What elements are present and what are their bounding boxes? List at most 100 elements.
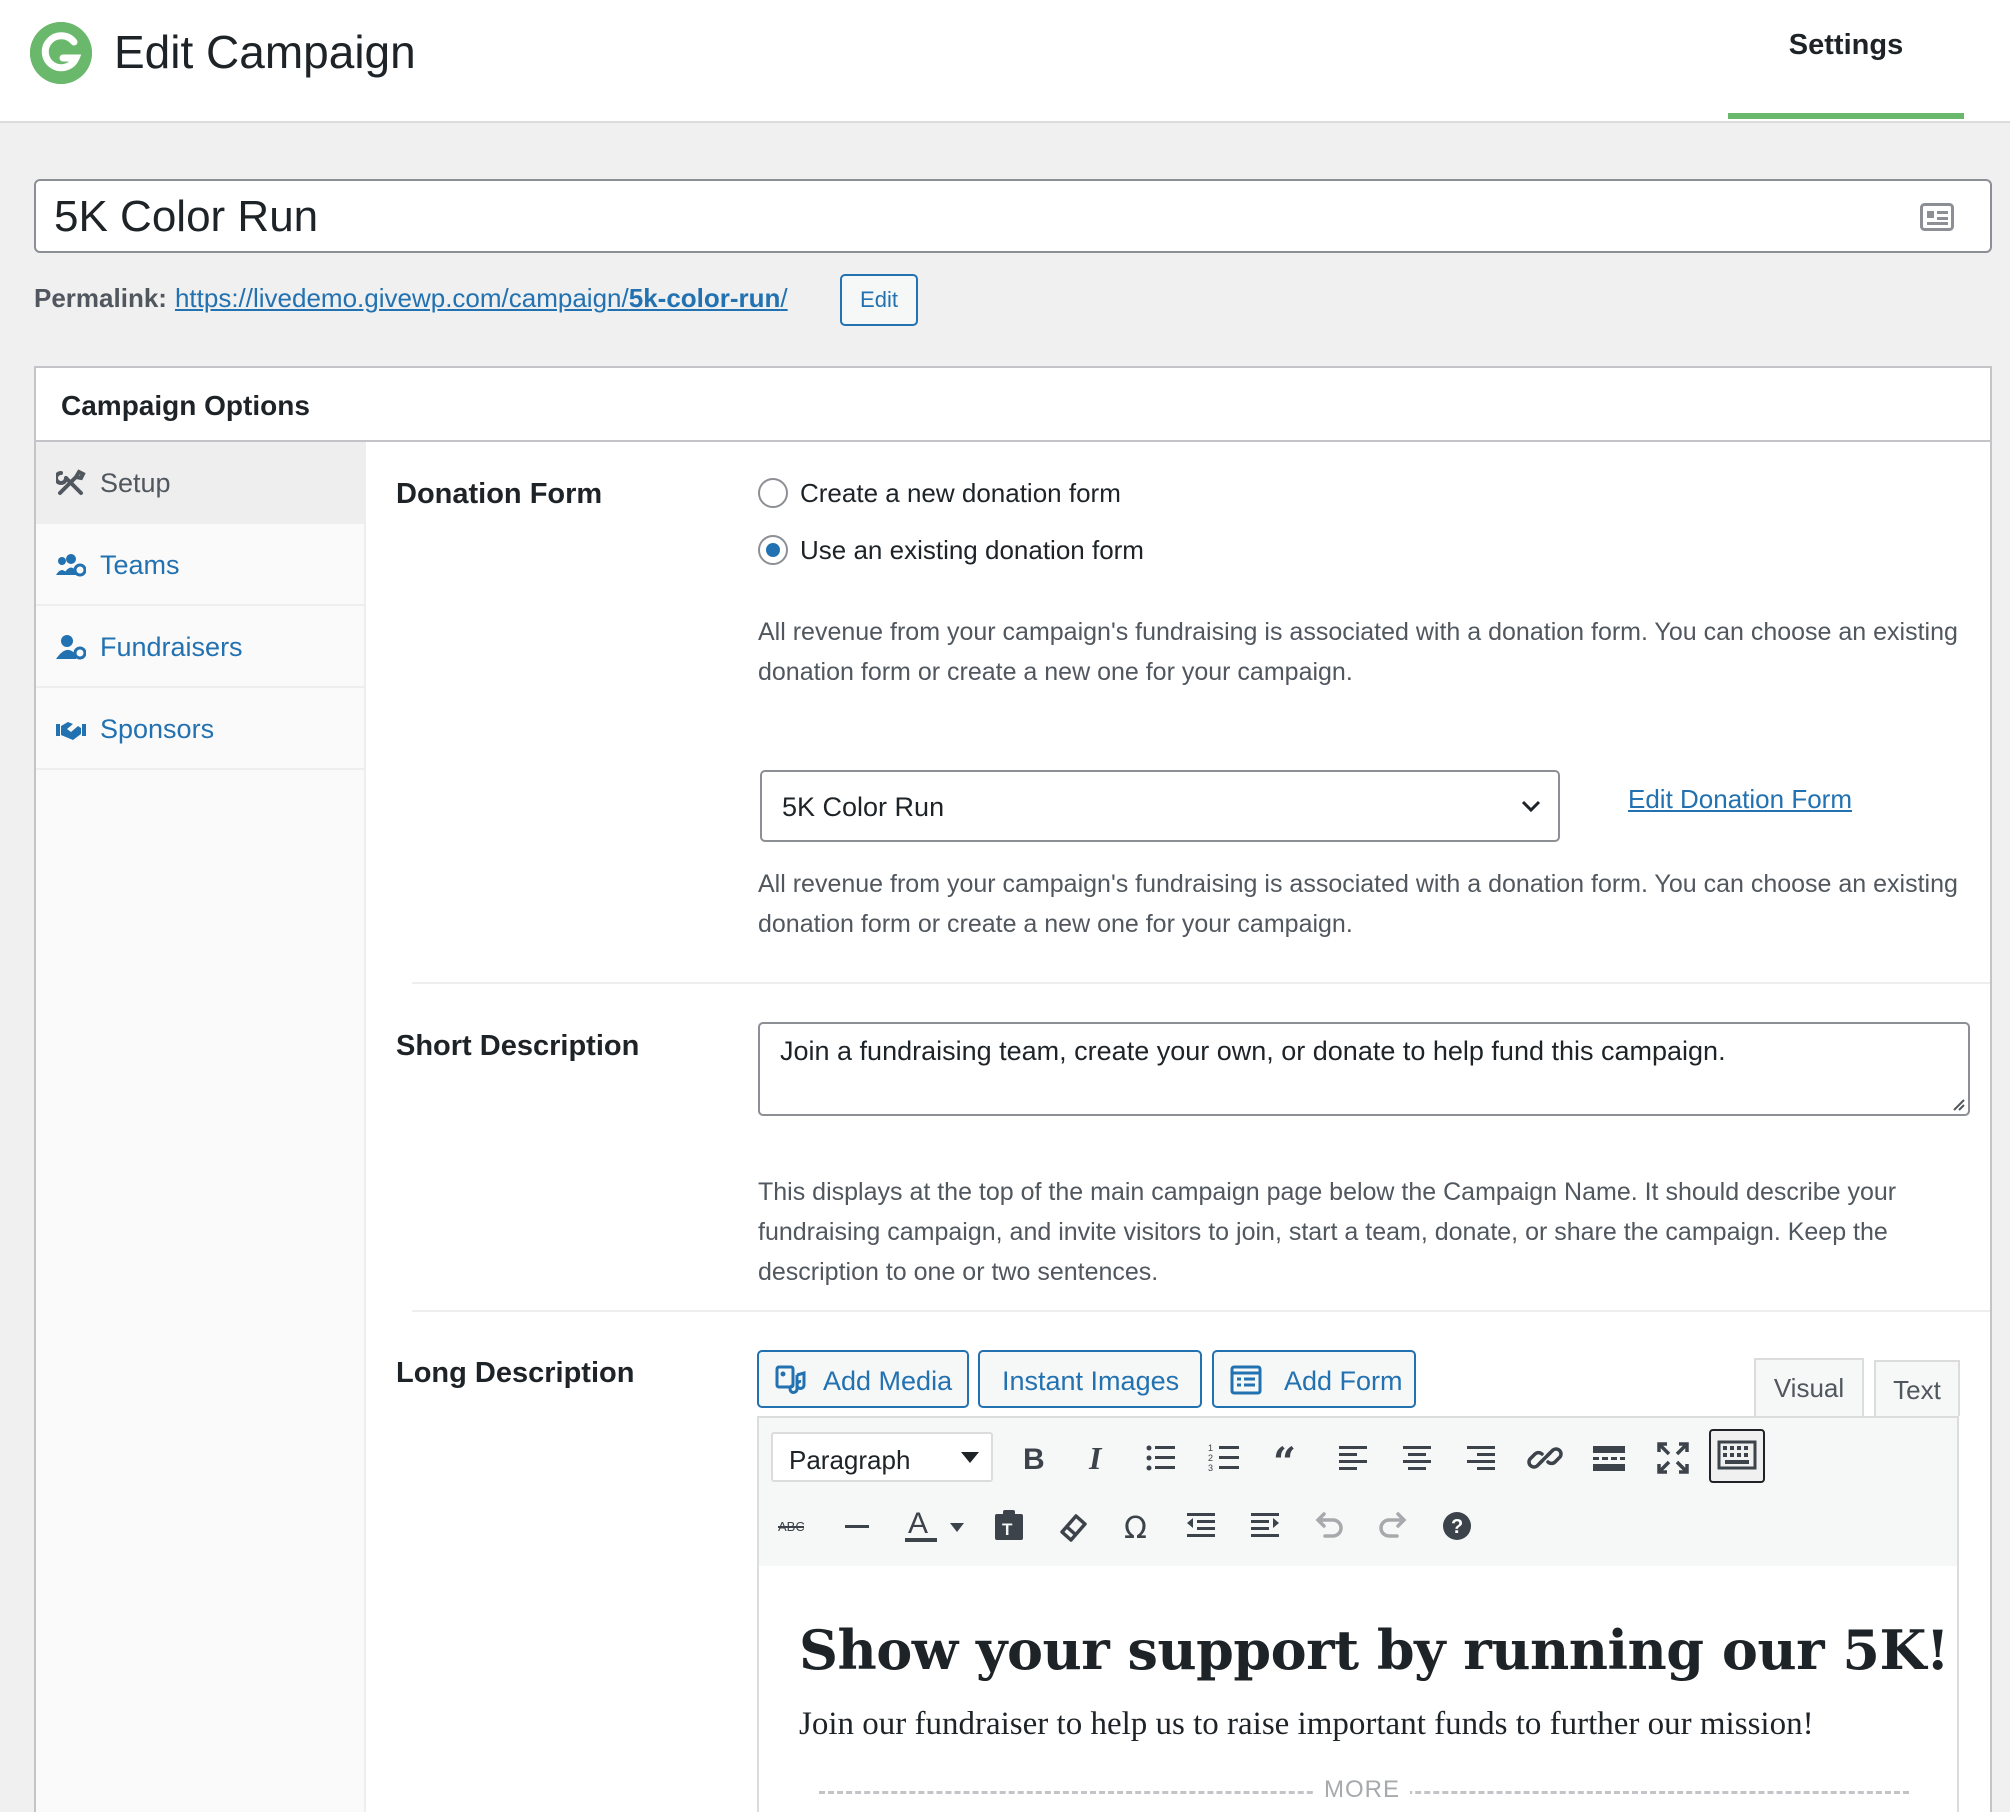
wrench-screwdriver-icon — [56, 469, 86, 495]
sidebar-item-setup[interactable]: Setup — [36, 442, 364, 524]
caret-down-icon — [961, 1452, 979, 1463]
instant-images-label: Instant Images — [1002, 1366, 1180, 1396]
svg-text:B: B — [1023, 1443, 1045, 1476]
donation-form-help-text: All revenue from your campaign's fundrai… — [758, 618, 1958, 686]
svg-text:T: T — [1002, 1520, 1013, 1539]
permalink-label: Permalink: — [34, 283, 167, 313]
paste-as-text-icon[interactable]: T — [985, 1502, 1033, 1550]
help-icon[interactable]: ? — [1433, 1502, 1481, 1550]
tab-settings-label: Settings — [1788, 29, 1904, 61]
page-title: Edit Campaign — [114, 26, 416, 78]
svg-text:1: 1 — [1208, 1443, 1213, 1453]
resize-grip-icon[interactable] — [1950, 1096, 1966, 1112]
toolbar-toggle-icon[interactable] — [1709, 1429, 1765, 1483]
radio-button-checked[interactable] — [758, 535, 788, 565]
link-icon[interactable] — [1521, 1434, 1569, 1482]
campaign-title-input[interactable]: 5K Color Run — [34, 179, 1992, 253]
special-character-icon[interactable]: Ω — [1113, 1502, 1161, 1550]
svg-text:3: 3 — [1208, 1463, 1213, 1473]
format-select[interactable]: Paragraph — [771, 1432, 993, 1482]
edit-donation-form-link[interactable]: Edit Donation Form — [1628, 784, 1852, 815]
sidebar-item-label: Teams — [100, 550, 180, 580]
options-sidebar: Setup Teams Fundraisers Sponsors — [36, 442, 366, 1812]
undo-icon[interactable] — [1305, 1502, 1353, 1550]
fullscreen-icon[interactable] — [1649, 1434, 1697, 1482]
panel-header: Campaign Options — [36, 368, 1990, 442]
italic-icon[interactable]: I — [1073, 1434, 1121, 1482]
bulleted-list-icon[interactable] — [1137, 1434, 1185, 1482]
read-more-icon[interactable] — [1585, 1434, 1633, 1482]
sidebar-item-sponsors[interactable]: Sponsors — [36, 688, 364, 770]
section-divider — [412, 982, 1990, 984]
svg-text:I: I — [1088, 1440, 1103, 1476]
more-separator-label: MORE — [1314, 1776, 1410, 1804]
long-description-label: Long Description — [396, 1357, 635, 1389]
sidebar-item-fundraisers[interactable]: Fundraisers — [36, 606, 364, 688]
add-media-label: Add Media — [823, 1366, 953, 1396]
donation-form-help-text-2: All revenue from your campaign's fundrai… — [758, 870, 1958, 938]
donation-form-select-value: 5K Color Run — [782, 792, 945, 822]
bold-icon[interactable]: B — [1009, 1434, 1057, 1482]
permalink-link[interactable]: https://livedemo.givewp.com/campaign/5k-… — [175, 283, 788, 313]
tab-visual[interactable]: Visual — [1754, 1358, 1864, 1418]
svg-text:“: “ — [1273, 1439, 1296, 1482]
radio-label: Use an existing donation form — [800, 535, 1144, 565]
numbered-list-icon[interactable]: 123 — [1201, 1434, 1249, 1482]
short-description-textarea[interactable]: Join a fundraising team, create your own… — [758, 1022, 1970, 1116]
text-color-dropdown-icon[interactable] — [943, 1502, 971, 1550]
sidebar-item-label: Setup — [100, 468, 171, 498]
panel-title: Campaign Options — [61, 390, 310, 421]
visual-editor-area[interactable]: Show your support by running our 5K! Joi… — [757, 1566, 1959, 1812]
add-media-button[interactable]: Add Media — [757, 1350, 969, 1408]
align-left-icon[interactable] — [1329, 1434, 1377, 1482]
svg-text:A: A — [908, 1507, 928, 1540]
text-color-icon[interactable]: A — [897, 1502, 945, 1550]
active-tab-indicator — [1728, 113, 1964, 119]
short-description-value: Join a fundraising team, create your own… — [780, 1036, 1726, 1066]
svg-text:?: ? — [1451, 1516, 1463, 1538]
top-bar: Edit Campaign Settings — [0, 0, 2010, 123]
add-form-button[interactable]: Add Form — [1212, 1350, 1416, 1408]
instant-images-button[interactable]: Instant Images — [978, 1350, 1202, 1408]
short-description-help-text: This displays at the top of the main cam… — [758, 1178, 1897, 1286]
clear-formatting-icon[interactable] — [1049, 1502, 1097, 1550]
strikethrough-icon[interactable]: ABC — [769, 1502, 817, 1550]
permalink-base: https://livedemo.givewp.com/campaign/ — [174, 283, 629, 313]
tab-text[interactable]: Text — [1874, 1360, 1960, 1416]
user-gear-icon — [56, 635, 86, 660]
format-select-value: Paragraph — [789, 1445, 911, 1475]
givewp-logo-icon — [30, 22, 92, 84]
handshake-icon — [56, 722, 86, 740]
sidebar-item-label: Fundraisers — [100, 632, 243, 662]
id-card-icon[interactable] — [1920, 203, 1954, 231]
permalink-row: Permalink: https://livedemo.givewp.com/ca… — [34, 283, 788, 314]
sidebar-item-label: Sponsors — [100, 714, 215, 744]
editor-heading: Show your support by running our 5K! — [799, 1618, 1950, 1682]
sidebar-item-teams[interactable]: Teams — [36, 524, 364, 606]
editor-paragraph: Join our fundraiser to help us to raise … — [799, 1706, 1814, 1742]
add-form-label: Add Form — [1284, 1366, 1403, 1396]
permalink-slug: 5k-color-run — [628, 283, 781, 313]
form-icon — [1230, 1365, 1262, 1395]
svg-text:Ω: Ω — [1124, 1511, 1147, 1546]
permalink-edit-button[interactable]: Edit — [840, 274, 918, 326]
permalink-trailing: / — [780, 283, 788, 313]
align-right-icon[interactable] — [1457, 1434, 1505, 1482]
radio-button-unchecked[interactable] — [758, 478, 788, 508]
redo-icon[interactable] — [1369, 1502, 1417, 1550]
donation-form-select[interactable]: 5K Color Run — [760, 770, 1560, 842]
editor-toolbar: Paragraph B I 123 “ ABC A T Ω ? — [757, 1416, 1959, 1568]
indent-icon[interactable] — [1241, 1502, 1289, 1550]
donation-form-label: Donation Form — [396, 478, 603, 510]
section-divider — [412, 1310, 1990, 1312]
short-description-label: Short Description — [396, 1030, 640, 1062]
campaign-title-value: 5K Color Run — [54, 192, 319, 241]
radio-label: Create a new donation form — [800, 478, 1121, 508]
horizontal-line-icon[interactable] — [833, 1502, 881, 1550]
add-media-icon — [775, 1365, 806, 1394]
blockquote-icon[interactable]: “ — [1265, 1434, 1313, 1482]
tab-settings[interactable]: Settings — [1728, 0, 1964, 121]
outdent-icon[interactable] — [1177, 1502, 1225, 1550]
svg-text:2: 2 — [1208, 1453, 1213, 1463]
align-center-icon[interactable] — [1393, 1434, 1441, 1482]
